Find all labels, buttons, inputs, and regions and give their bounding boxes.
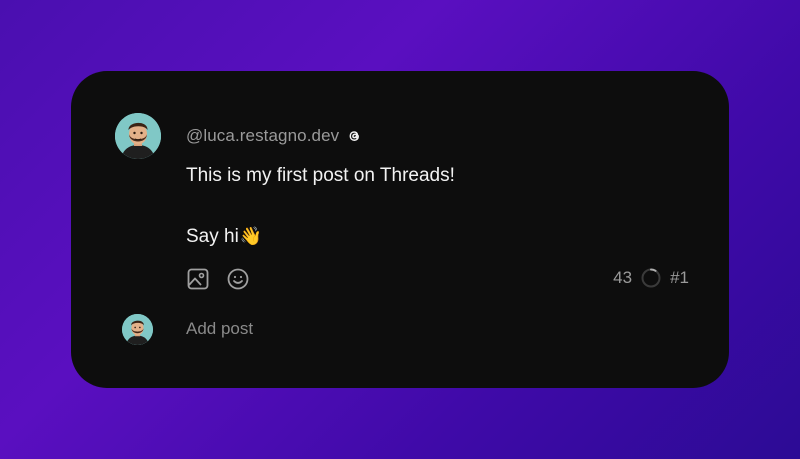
thread-composer-card: @luca.restagno.dev This is my first post… (71, 71, 729, 388)
image-icon (187, 268, 209, 290)
character-progress-ring (641, 268, 661, 288)
post-text-line-1: This is my first post on Threads! (186, 165, 455, 186)
add-post-input[interactable]: Add post (186, 319, 253, 339)
threads-logo-icon (349, 131, 360, 141)
post-header: @luca.restagno.dev (186, 126, 362, 146)
emoji-picker-button[interactable] (226, 267, 250, 291)
post-meta: 43 #1 (613, 268, 689, 288)
character-count: 43 (613, 268, 633, 287)
avatar-illustration (115, 113, 161, 159)
username[interactable]: @luca.restagno.dev (186, 126, 339, 146)
avatar-illustration (122, 314, 153, 345)
emoji-icon (227, 268, 249, 290)
post-text-line-2: Say hi👋 (186, 226, 262, 248)
post-text-say-hi: Say hi (186, 226, 239, 247)
thread-index: #1 (670, 268, 689, 287)
composer-avatar (122, 314, 153, 345)
user-avatar[interactable] (115, 113, 161, 159)
attach-image-button[interactable] (186, 267, 210, 291)
waving-hand-emoji: 👋 (239, 226, 263, 246)
